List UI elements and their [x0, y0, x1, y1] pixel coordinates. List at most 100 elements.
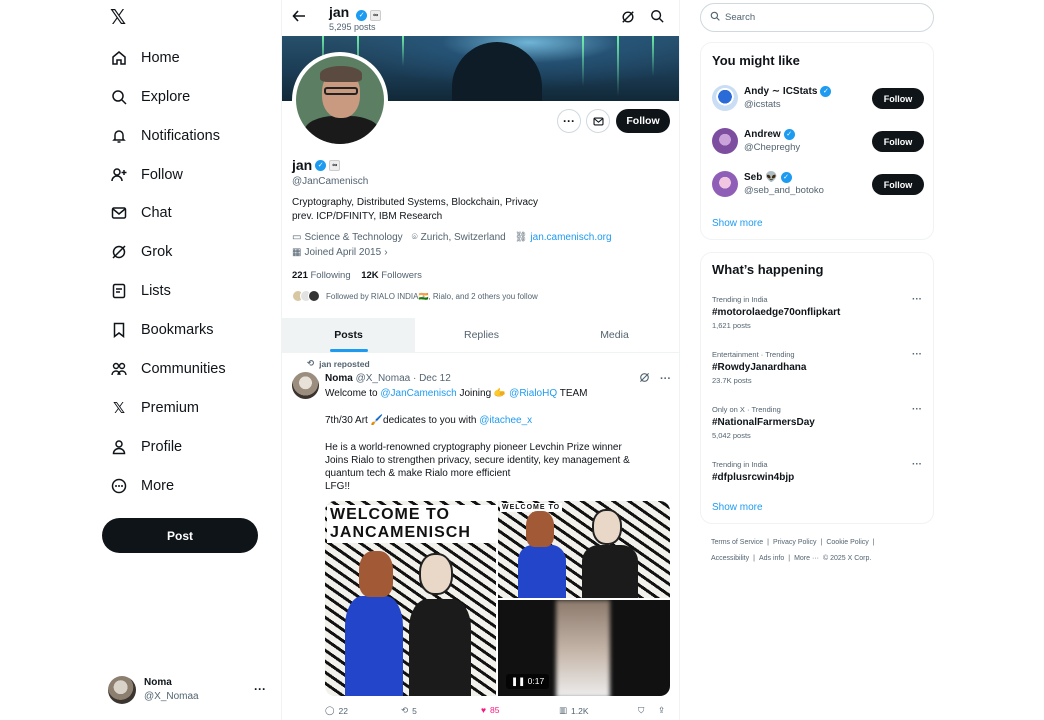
trend-context: Trending in India [712, 460, 768, 469]
nav-item-bookmarks[interactable]: Bookmarks [104, 313, 220, 347]
header-name: jan [329, 4, 350, 20]
left-sidebar: 𝕏 Home Explore Notifications Follow Chat… [0, 0, 280, 720]
trend-item[interactable]: Only on X · Trending #NationalFarmersDay… [712, 403, 924, 442]
more-icon[interactable]: ··· [912, 403, 922, 416]
follow-button[interactable]: Follow [872, 174, 924, 195]
footer-link-accessibility[interactable]: Accessibility [711, 555, 749, 562]
tweet-author-name[interactable]: Noma [325, 373, 353, 384]
views-icon: ▥ [559, 705, 568, 715]
nav-item-premium[interactable]: 𝕏 Premium [104, 391, 205, 425]
reply-button[interactable]: ◯ 22 [325, 705, 348, 716]
nav-label: Premium [141, 400, 200, 416]
card-title: What’s happening [712, 262, 824, 277]
tab-media[interactable]: Media [548, 318, 679, 352]
follow-button[interactable]: Follow [872, 88, 924, 109]
footer-separator: | [767, 539, 769, 546]
more-icon[interactable]: ··· [912, 348, 922, 361]
profile-avatar[interactable] [292, 52, 388, 148]
suggested-user[interactable]: Andy ∼ ICStats ✓ @icstats Follow [712, 83, 924, 113]
search-input[interactable]: Search [700, 3, 934, 32]
bookmark-button[interactable]: ⛉ [638, 705, 644, 716]
media-image[interactable]: WELCOME TO JANCAMENISCH [325, 501, 496, 696]
mention-link[interactable]: @RialoHQ [509, 388, 557, 399]
nav-item-notifications[interactable]: Notifications [104, 119, 226, 153]
footer-link-ads[interactable]: Ads info [759, 555, 784, 562]
avatar [712, 171, 738, 197]
trend-context: Trending in India [712, 295, 768, 304]
show-more-link[interactable]: Show more [712, 218, 763, 229]
nav-item-grok[interactable]: Grok [104, 235, 178, 269]
category: Science & Technology [304, 232, 403, 243]
nav-item-chat[interactable]: Chat [104, 196, 178, 230]
tweet-media[interactable]: WELCOME TO JANCAMENISCH WELCOME TO ❚❚ 0:… [325, 501, 670, 696]
calendar-icon: ▦ [292, 247, 302, 258]
message-button[interactable] [586, 109, 610, 133]
followed-by[interactable]: Followed by RIALO INDIA🇮🇳, Rialo, and 2 … [292, 290, 538, 302]
nav-label: Lists [141, 283, 171, 299]
footer-separator: | [788, 555, 791, 562]
follow-button[interactable]: Follow [872, 131, 924, 152]
user-handle: @Chepreghy [744, 142, 801, 153]
more-options-button[interactable]: ··· [557, 109, 581, 133]
trend-title: #dfplusrcwin4bjp [712, 472, 795, 483]
mention-link[interactable]: @JanCamenisch [380, 388, 456, 399]
follow-button[interactable]: Follow [616, 109, 670, 133]
tab-replies[interactable]: Replies [415, 318, 548, 352]
footer-link-terms[interactable]: Terms of Service [711, 539, 763, 546]
footer-link-more[interactable]: More ··· [794, 555, 819, 562]
following-label: Following [310, 270, 351, 281]
video-duration: ❚❚ 0:17 [506, 674, 550, 689]
more-icon[interactable]: ··· [912, 458, 922, 471]
verified-badge-icon: ✓ [315, 159, 327, 171]
followers-label: Followers [381, 270, 422, 281]
reply-count: 22 [338, 705, 348, 716]
account-switcher[interactable]: Noma @X_Nomaa ··· [108, 674, 272, 706]
mural-text: WELCOME TO JANCAMENISCH [327, 505, 496, 543]
suggested-user[interactable]: Andrew ✓ @Chepreghy Follow [712, 126, 924, 156]
footer-link-privacy[interactable]: Privacy Policy [773, 539, 817, 546]
trend-item[interactable]: Entertainment · Trending #RowdyJanardhan… [712, 348, 924, 387]
like-button[interactable]: ♥ 85 [481, 705, 500, 715]
account-name: Noma [144, 677, 172, 688]
share-button[interactable]: ⇪ [658, 705, 665, 716]
nav-label: Bookmarks [141, 322, 214, 338]
x-logo-icon: 𝕏 [112, 400, 126, 417]
footer-link-cookies[interactable]: Cookie Policy [826, 539, 868, 546]
x-logo-icon[interactable]: 𝕏 [110, 8, 130, 28]
nav-item-communities[interactable]: Communities [104, 352, 232, 386]
search-placeholder: Search [725, 12, 756, 23]
trend-item[interactable]: Trending in India #motorolaedge70onflipk… [712, 293, 924, 332]
nav-item-more[interactable]: More [104, 469, 180, 503]
website-link[interactable]: jan.camenisch.org [530, 232, 611, 243]
nav-item-explore[interactable]: Explore [104, 80, 196, 114]
nav-item-lists[interactable]: Lists [104, 274, 177, 308]
repost-icon: ⟲ [307, 358, 315, 368]
show-more-link[interactable]: Show more [712, 502, 763, 513]
tab-posts[interactable]: Posts [282, 318, 415, 352]
views-button[interactable]: ▥ 1.2K [559, 705, 589, 716]
back-arrow-icon[interactable] [292, 9, 306, 26]
trend-item[interactable]: Trending in India #dfplusrcwin4bjp ··· [712, 458, 924, 484]
nav-item-home[interactable]: Home [104, 41, 186, 75]
post-button[interactable]: Post [102, 518, 258, 553]
repost-button[interactable]: ⟲ 5 [401, 705, 417, 716]
grok-icon[interactable] [639, 372, 650, 386]
followers-count: 12K [361, 270, 379, 281]
following-link[interactable]: 221 Following [292, 270, 351, 281]
trend-context: Entertainment · Trending [712, 350, 795, 359]
media-video[interactable]: ❚❚ 0:17 [498, 600, 670, 696]
mention-link[interactable]: @itachee_x [479, 415, 532, 426]
avatar[interactable] [292, 372, 319, 399]
nav-item-profile[interactable]: Profile [104, 430, 188, 464]
more-icon[interactable]: ··· [254, 682, 266, 696]
joined-date[interactable]: ▦ Joined April 2015 › [292, 247, 388, 258]
grok-icon[interactable] [621, 10, 635, 27]
followers-link[interactable]: 12K Followers [361, 270, 422, 281]
suggested-user[interactable]: Seb 👽 ✓ @seb_and_botoko Follow [712, 169, 924, 199]
media-image[interactable]: WELCOME TO [498, 501, 670, 598]
mail-icon [592, 117, 604, 125]
nav-item-follow[interactable]: Follow [104, 158, 189, 192]
search-icon[interactable] [650, 9, 664, 26]
more-icon[interactable]: ··· [660, 373, 671, 385]
more-icon[interactable]: ··· [912, 293, 922, 306]
